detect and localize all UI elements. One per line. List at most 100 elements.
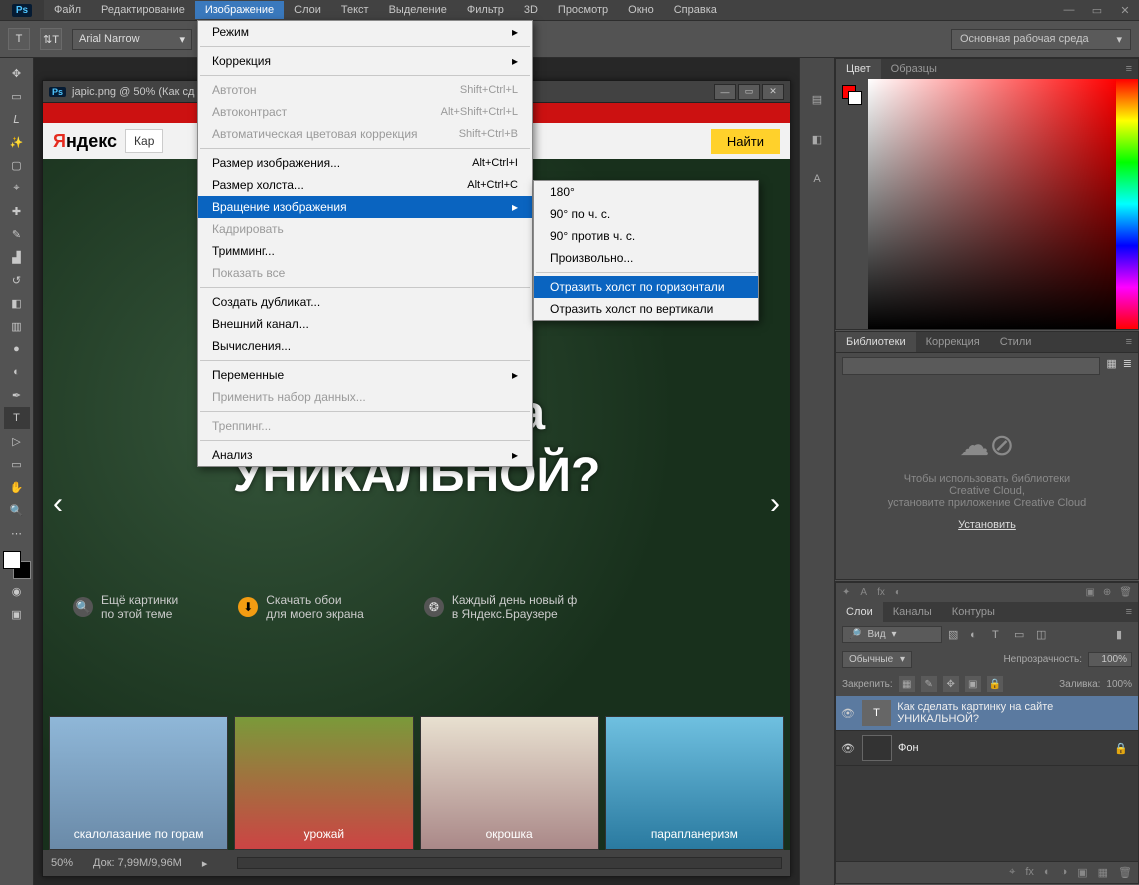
panel-menu-icon[interactable]: ≡	[1120, 602, 1138, 622]
tab-adjustments[interactable]: Коррекция	[916, 332, 990, 352]
eyedropper-tool-icon[interactable]: ⌖	[4, 177, 30, 199]
shape-tool-icon[interactable]: ▭	[4, 453, 30, 475]
blend-mode-select[interactable]: Обычные▾	[842, 651, 912, 668]
grid-view-icon[interactable]: ▦	[1106, 357, 1116, 375]
group-icon[interactable]: ▣	[1077, 866, 1087, 879]
path-select-tool-icon[interactable]: ▷	[4, 430, 30, 452]
edit-toolbar-icon[interactable]: ⋯	[4, 522, 30, 544]
menu-3d[interactable]: 3D	[514, 1, 548, 19]
panel-icon[interactable]: ⊕	[1103, 587, 1111, 598]
history-brush-tool-icon[interactable]: ↺	[4, 269, 30, 291]
trash-icon[interactable]: 🗑	[1119, 587, 1132, 598]
visibility-icon[interactable]: 👁	[840, 707, 856, 720]
filter-pixel-icon[interactable]: ▧	[948, 628, 964, 641]
lasso-tool-icon[interactable]: 𝘓	[4, 108, 30, 130]
hue-slider[interactable]	[1116, 79, 1138, 329]
menu-item[interactable]: Внешний канал...	[198, 313, 532, 335]
lock-all-icon[interactable]: 🔒	[987, 676, 1003, 692]
adjustment-icon[interactable]: ◑	[1061, 866, 1068, 879]
menu-item[interactable]: Переменные▸	[198, 364, 532, 386]
panel-menu-icon[interactable]: ≡	[1120, 59, 1138, 79]
visibility-icon[interactable]: 👁	[840, 742, 856, 755]
tab-libraries[interactable]: Библиотеки	[836, 332, 916, 352]
quickmask-icon[interactable]: ◉	[4, 580, 30, 602]
doc-minimize-icon[interactable]: —	[714, 84, 736, 100]
layer-row[interactable]: 👁TКак сделать картинку на сайте УНИКАЛЬН…	[836, 696, 1138, 731]
menu-item[interactable]: Размер холста...Alt+Ctrl+C	[198, 174, 532, 196]
menu-изображение[interactable]: Изображение	[195, 1, 284, 19]
opacity-value[interactable]: 100%	[1088, 652, 1132, 667]
addstyle-icon[interactable]: ✦	[842, 587, 850, 598]
gradient-tool-icon[interactable]: ▥	[4, 315, 30, 337]
menu-item[interactable]: Создать дубликат...	[198, 291, 532, 313]
delete-layer-icon[interactable]: 🗑	[1118, 866, 1132, 879]
submenu-item[interactable]: Отразить холст по вертикали	[534, 298, 758, 320]
hand-tool-icon[interactable]: ✋	[4, 476, 30, 498]
lock-pos-icon[interactable]: ✥	[943, 676, 959, 692]
new-layer-icon[interactable]: ▦	[1098, 866, 1108, 879]
menu-выделение[interactable]: Выделение	[379, 1, 457, 19]
zoom-tool-icon[interactable]: 🔍	[4, 499, 30, 521]
crop-tool-icon[interactable]: ▢	[4, 154, 30, 176]
menu-item[interactable]: Тримминг...	[198, 240, 532, 262]
color-swatches[interactable]	[3, 551, 31, 579]
fx-icon[interactable]: fx	[1025, 866, 1034, 879]
move-tool-icon[interactable]: ✥	[4, 62, 30, 84]
blur-tool-icon[interactable]: ●	[4, 338, 30, 360]
submenu-item[interactable]: Отразить холст по горизонтали	[534, 276, 758, 298]
text-orientation-icon[interactable]: ⇅T	[40, 28, 62, 50]
filter-adjust-icon[interactable]: ◐	[970, 629, 986, 641]
stamp-tool-icon[interactable]: ▟	[4, 246, 30, 268]
menu-слои[interactable]: Слои	[284, 1, 331, 19]
menu-окно[interactable]: Окно	[618, 1, 664, 19]
maximize-icon[interactable]: ▭	[1083, 0, 1111, 20]
type-tool-indicator-icon[interactable]: T	[8, 28, 30, 50]
screenmode-icon[interactable]: ▣	[4, 603, 30, 625]
submenu-item[interactable]: 180°	[534, 181, 758, 203]
font-family-select[interactable]: Arial Narrow▾	[72, 29, 192, 50]
submenu-item[interactable]: Произвольно...	[534, 247, 758, 269]
doc-close-icon[interactable]: ✕	[762, 84, 784, 100]
workspace-switcher[interactable]: Основная рабочая среда▾	[951, 29, 1131, 50]
filter-shape-icon[interactable]: ▭	[1014, 628, 1030, 641]
filter-toggle[interactable]: ▮	[1116, 628, 1132, 641]
dodge-tool-icon[interactable]: ◐	[4, 361, 30, 383]
menu-фильтр[interactable]: Фильтр	[457, 1, 514, 19]
menu-item[interactable]: Вычисления...	[198, 335, 532, 357]
menu-справка[interactable]: Справка	[664, 1, 727, 19]
minimize-icon[interactable]: —	[1055, 0, 1083, 20]
color-field[interactable]	[868, 79, 1116, 329]
fill-value[interactable]: 100%	[1106, 679, 1132, 690]
tab-layers[interactable]: Слои	[836, 602, 883, 622]
library-select[interactable]	[842, 357, 1100, 375]
menu-item[interactable]: Размер изображения...Alt+Ctrl+I	[198, 152, 532, 174]
character-panel-icon[interactable]: A	[806, 168, 828, 190]
doc-maximize-icon[interactable]: ▭	[738, 84, 760, 100]
lock-artboard-icon[interactable]: ▣	[965, 676, 981, 692]
brush-tool-icon[interactable]: ✎	[4, 223, 30, 245]
menu-текст[interactable]: Текст	[331, 1, 379, 19]
zoom-level[interactable]: 50%	[51, 857, 73, 869]
type-tool-icon[interactable]: T	[4, 407, 30, 429]
lock-trans-icon[interactable]: ▦	[899, 676, 915, 692]
magic-wand-tool-icon[interactable]: ✨	[4, 131, 30, 153]
lock-pixels-icon[interactable]: ✎	[921, 676, 937, 692]
link-layers-icon[interactable]: ⌖	[1009, 866, 1015, 879]
menu-item[interactable]: Вращение изображения▸	[198, 196, 532, 218]
eraser-tool-icon[interactable]: ◧	[4, 292, 30, 314]
horizontal-scrollbar[interactable]	[237, 857, 782, 869]
menu-просмотр[interactable]: Просмотр	[548, 1, 618, 19]
submenu-item[interactable]: 90° против ч. с.	[534, 225, 758, 247]
healing-tool-icon[interactable]: ✚	[4, 200, 30, 222]
list-view-icon[interactable]: ≣	[1123, 357, 1132, 375]
menu-item[interactable]: Коррекция▸	[198, 50, 532, 72]
panel-icon[interactable]: ▣	[1085, 587, 1094, 598]
marquee-tool-icon[interactable]: ▭	[4, 85, 30, 107]
tab-channels[interactable]: Каналы	[883, 602, 942, 622]
menu-item[interactable]: Анализ▸	[198, 444, 532, 466]
tab-paths[interactable]: Контуры	[942, 602, 1005, 622]
close-icon[interactable]: ✕	[1111, 0, 1139, 20]
layer-row[interactable]: 👁Фон🔒	[836, 731, 1138, 766]
tab-swatches[interactable]: Образцы	[881, 59, 947, 79]
properties-panel-icon[interactable]: ◧	[806, 128, 828, 150]
